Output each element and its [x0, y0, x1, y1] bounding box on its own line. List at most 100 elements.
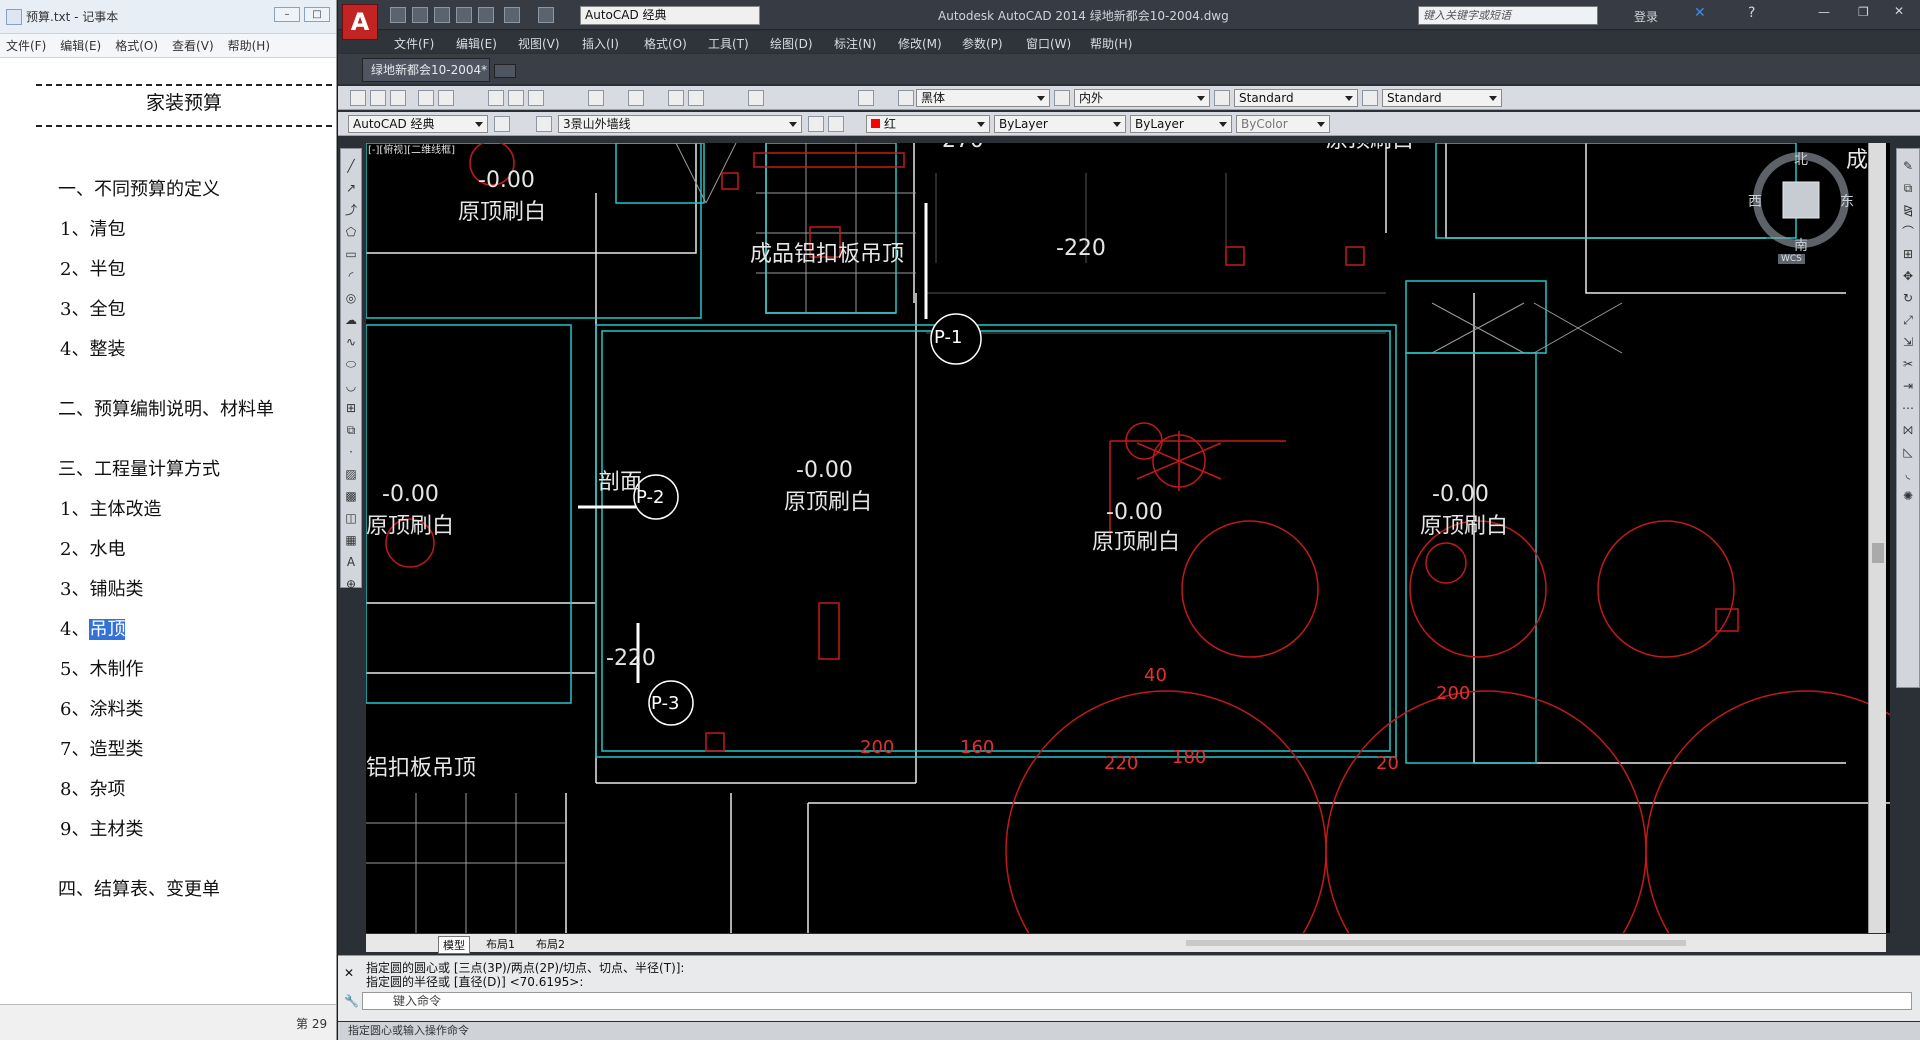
make-block-icon[interactable]: ⧉ [344, 419, 358, 441]
polyline-icon[interactable]: ⤴ [344, 199, 358, 221]
plot-icon[interactable] [418, 90, 434, 106]
line-icon[interactable]: ╱ [344, 155, 358, 177]
menu-insert[interactable]: 插入(I) [582, 35, 619, 52]
help-icon[interactable]: ? [1748, 5, 1755, 21]
text-style-select[interactable]: 黑体 [916, 89, 1050, 107]
dim-style-icon[interactable] [1054, 90, 1070, 106]
add-selected-icon[interactable]: ⊕ [344, 573, 358, 595]
offset-icon[interactable]: ⌒ [1901, 221, 1915, 243]
window-close-icon[interactable]: ✕ [1894, 4, 1904, 18]
scroll-thumb[interactable] [1872, 543, 1884, 563]
document-tab[interactable]: 绿地新都会10-2004* [362, 58, 490, 82]
table-style-icon[interactable] [1214, 90, 1230, 106]
break-icon[interactable]: ⋯ [1901, 397, 1915, 419]
revcloud-icon[interactable]: ☁ [344, 309, 358, 331]
hatch-icon[interactable]: ▨ [344, 463, 358, 485]
multileader-style-select[interactable]: Standard [1382, 89, 1502, 107]
rotate-icon[interactable]: ↻ [1901, 287, 1915, 309]
layer-manager-icon[interactable] [536, 116, 552, 132]
viewcube[interactable]: 北 南 东 西 WCS [1742, 148, 1860, 264]
user-login[interactable]: 登录 [1634, 8, 1658, 25]
close-command-icon[interactable]: ✕ [344, 966, 354, 980]
rectangle-icon[interactable]: ▭ [344, 243, 358, 265]
undo-icon[interactable] [504, 7, 520, 23]
gradient-icon[interactable]: ▩ [344, 485, 358, 507]
menu-view[interactable]: 视图(V) [518, 35, 560, 52]
minimize-button[interactable]: – [274, 7, 300, 22]
spline-icon[interactable]: ∿ [344, 331, 358, 353]
text-style-icon[interactable] [898, 90, 914, 106]
menu-edit[interactable]: 编辑(E) [456, 35, 497, 52]
menu-view[interactable]: 查看(V) [172, 37, 214, 54]
tab-layout2[interactable]: 布局2 [536, 936, 565, 952]
layer-select[interactable]: 3景山外墙线 [558, 115, 802, 133]
command-input[interactable]: 键入命令 [362, 992, 1912, 1010]
mtext-icon[interactable]: A [344, 551, 358, 573]
help-search-input[interactable]: 键入关键字或短语 [1418, 6, 1598, 25]
move-icon[interactable]: ✥ [1901, 265, 1915, 287]
trim-icon[interactable]: ✂ [1901, 353, 1915, 375]
menu-dimension[interactable]: 标注(N) [834, 35, 876, 52]
dim-style-select[interactable]: 内外 [1074, 89, 1210, 107]
menu-format[interactable]: 格式(O) [115, 37, 158, 54]
insert-block-icon[interactable]: ⊞ [344, 397, 358, 419]
menu-file[interactable]: 文件(F) [6, 37, 46, 54]
menu-parametric[interactable]: 参数(P) [962, 35, 1003, 52]
tab-model[interactable]: 模型 [438, 936, 470, 954]
join-icon[interactable]: ⨝ [1901, 419, 1915, 441]
drawing-canvas[interactable]: -0.00 原顶刷白 成品铝扣板吊顶 -270 -220 -0.00 原顶刷白 … [366, 143, 1890, 933]
preview-icon[interactable] [438, 90, 454, 106]
mirror-icon[interactable]: ⧎ [1901, 199, 1915, 221]
arc-icon[interactable]: ◜ [344, 265, 358, 287]
copy-object-icon[interactable]: ⧉ [1901, 177, 1915, 199]
notepad-text-area[interactable]: 家装预算 一、不同预算的定义 1、清包 2、半包 3、全包 4、整装 二、预算编… [0, 60, 336, 1004]
new-icon[interactable] [350, 90, 366, 106]
color-select[interactable]: 红 [866, 115, 990, 133]
menu-modify[interactable]: 修改(M) [898, 35, 942, 52]
array-icon[interactable]: ⊞ [1901, 243, 1915, 265]
chamfer-icon[interactable]: ◺ [1901, 441, 1915, 463]
menu-tools[interactable]: 工具(T) [708, 35, 749, 52]
extend-icon[interactable]: ⇥ [1901, 375, 1915, 397]
layer-previous-icon[interactable] [828, 116, 844, 132]
menu-file[interactable]: 文件(F) [394, 35, 434, 52]
save-icon[interactable] [390, 90, 406, 106]
help-icon[interactable] [858, 90, 874, 106]
linetype-select[interactable]: ByLayer [994, 115, 1126, 133]
fillet-icon[interactable]: ◟ [1901, 463, 1915, 485]
menu-help[interactable]: 帮助(H) [228, 37, 270, 54]
point-icon[interactable]: · [344, 441, 358, 463]
menu-edit[interactable]: 编辑(E) [60, 37, 101, 54]
region-icon[interactable]: ◫ [344, 507, 358, 529]
customize-icon[interactable]: 🔧 [344, 994, 359, 1008]
wcs-menu[interactable]: WCS [1778, 254, 1805, 264]
pan-icon[interactable] [668, 90, 684, 106]
menu-draw[interactable]: 绘图(D) [770, 35, 813, 52]
properties-icon[interactable] [748, 90, 764, 106]
menu-help[interactable]: 帮助(H) [1090, 35, 1132, 52]
polygon-icon[interactable]: ⬠ [344, 221, 358, 243]
table-style-select[interactable]: Standard [1234, 89, 1358, 107]
zoom-icon[interactable] [688, 90, 704, 106]
paste-icon[interactable] [528, 90, 544, 106]
menu-window[interactable]: 窗口(W) [1026, 35, 1071, 52]
cut-icon[interactable] [488, 90, 504, 106]
new-icon[interactable] [390, 7, 406, 23]
horizontal-scrollbar[interactable] [1186, 940, 1686, 946]
lineweight-select[interactable]: ByLayer [1130, 115, 1232, 133]
window-minimize-icon[interactable]: — [1818, 5, 1830, 19]
circle-icon[interactable]: ◎ [344, 287, 358, 309]
ellipse-arc-icon[interactable]: ◡ [344, 375, 358, 397]
stretch-icon[interactable]: ⇲ [1901, 331, 1915, 353]
construction-line-icon[interactable]: ↗ [344, 177, 358, 199]
open-icon[interactable] [412, 7, 428, 23]
viewport-label[interactable]: [-][俯视][二维线框] [368, 143, 455, 156]
workspace-select[interactable]: AutoCAD 经典 [580, 6, 760, 25]
erase-icon[interactable]: ✎ [1901, 155, 1915, 177]
redo-icon[interactable] [538, 7, 554, 23]
save-icon[interactable] [434, 7, 450, 23]
print-icon[interactable] [478, 7, 494, 23]
workspace-select-2[interactable]: AutoCAD 经典 [348, 115, 488, 133]
new-tab-button[interactable] [494, 64, 516, 78]
window-restore-icon[interactable]: ❐ [1858, 5, 1869, 19]
